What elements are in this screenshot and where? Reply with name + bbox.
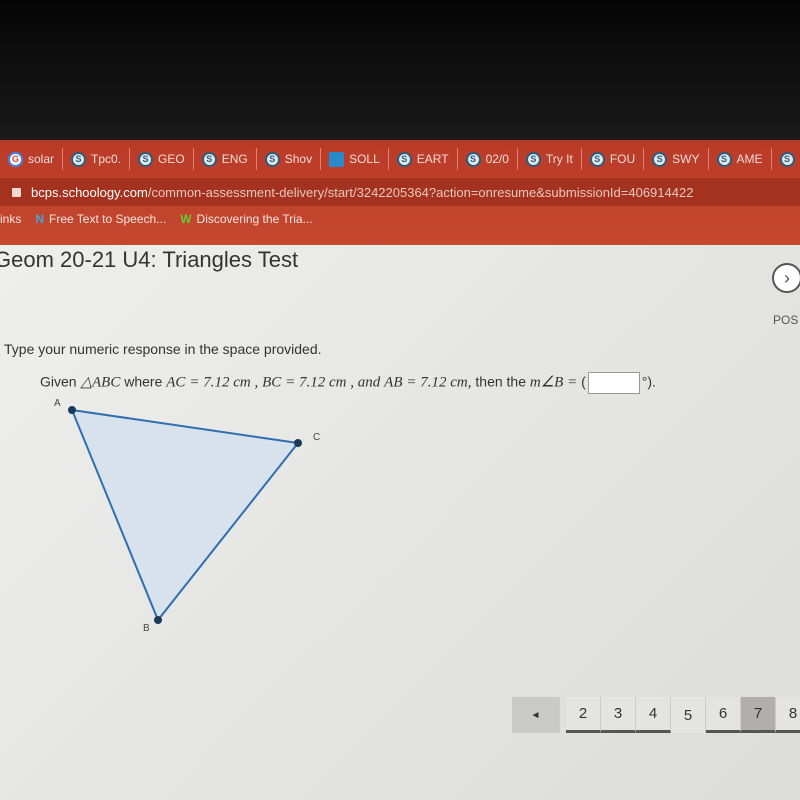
triangle-abc	[70, 408, 300, 622]
tab-label: 02/0	[485, 152, 509, 166]
browser-tab[interactable]: S 02/0	[458, 148, 518, 170]
vertex-b	[154, 616, 162, 624]
q-ab-val: = 7.12 cm,	[406, 374, 472, 391]
q-open: (	[581, 373, 586, 390]
question-text: Given △ABC where AC = 7.12 cm , BC = 7.1…	[40, 372, 656, 394]
schoology-icon: S	[716, 151, 732, 167]
tab-label: FOU	[609, 152, 636, 166]
browser-tab[interactable]: S SWY	[644, 148, 709, 170]
browser-tab[interactable]: Gsolar	[0, 148, 64, 170]
tab-label: Tpc0.	[91, 152, 122, 166]
prev-page-button[interactable]: ◄	[512, 697, 560, 733]
browser-tab[interactable]: S Tpc0.	[63, 148, 131, 170]
q-ac-val: = 7.12 cm ,	[189, 374, 259, 391]
browser-tab[interactable]: SOLL	[321, 148, 389, 170]
google-icon: G	[8, 151, 23, 167]
w-icon: W	[180, 212, 192, 226]
page-button-5[interactable]: 5	[671, 697, 706, 733]
tab-label: solar	[28, 152, 55, 166]
browser-tab[interactable]: S ENG	[194, 148, 257, 170]
next-button[interactable]: ›	[772, 263, 800, 293]
browser-tab[interactable]: SG	[772, 148, 800, 170]
q-then: then the	[475, 373, 527, 390]
bookmark-label: Discovering the Tria...	[196, 212, 313, 226]
vertex-c	[294, 439, 302, 447]
browser-tab[interactable]: S FOU	[582, 148, 645, 170]
q-triangle: △ABC	[80, 374, 121, 391]
bookmark-label: Free Text to Speech...	[49, 212, 167, 226]
schoology-icon: S	[779, 151, 795, 167]
instruction: Type your numeric response in the space …	[4, 341, 322, 357]
browser-tab[interactable]: S AME	[709, 148, 772, 170]
browser-tab[interactable]: S GEO	[130, 148, 194, 170]
page-button-7[interactable]: 7	[741, 697, 776, 733]
bookmark-discovering[interactable]: W Discovering the Tria...	[180, 212, 312, 226]
tab-bar: Gsolar S Tpc0. S GEO S ENG S Shov SOLL S EART S 02/0 S…	[0, 148, 800, 170]
tab-label: GEO	[158, 152, 185, 166]
answer-input[interactable]	[587, 372, 640, 394]
browser-tab[interactable]: S Shov	[257, 148, 322, 170]
tab-label: SWY	[672, 152, 700, 166]
assessment-page: Geom 20-21 U4: Triangles Test › POS Type…	[0, 245, 800, 800]
tab-label: AME	[736, 152, 763, 166]
vertex-a	[68, 406, 76, 414]
q-bc-val: = 7.12 cm , and	[285, 374, 381, 391]
label-b: B	[143, 623, 150, 634]
browser-tab[interactable]: S Try It	[518, 148, 582, 170]
bookmark-tts[interactable]: N Free Text to Speech...	[35, 212, 166, 226]
schoology-icon: S	[201, 151, 217, 167]
q-ab: AB	[384, 374, 403, 391]
schoology-icon: S	[264, 151, 280, 167]
page-title: Geom 20-21 U4: Triangles Test	[0, 247, 299, 272]
browser-tab[interactable]: S EART	[389, 148, 458, 170]
page-button-6[interactable]: 6	[706, 697, 741, 733]
label-a: A	[54, 398, 61, 409]
address-bar[interactable]: bcps.schoology.com/common-assessment-del…	[0, 178, 800, 206]
q-where: where	[124, 373, 163, 390]
page-button-2[interactable]: 2	[566, 697, 601, 733]
schoology-icon: S	[589, 151, 605, 167]
pagination: ◄ 2345678	[512, 697, 800, 733]
schoology-icon: S	[71, 151, 87, 167]
url-path: /common-assessment-delivery/start/324220…	[147, 184, 694, 200]
url-domain: bcps.schoology.com	[31, 184, 148, 200]
schoology-icon: S	[138, 151, 154, 167]
bookmarks-bar: inks N Free Text to Speech... W Discoverin…	[0, 212, 313, 226]
screen-bezel	[0, 0, 800, 140]
schoology-icon: S	[652, 151, 668, 167]
page-button-4[interactable]: 4	[636, 697, 671, 733]
page-button-3[interactable]: 3	[601, 697, 636, 733]
q-given: Given	[40, 373, 77, 390]
tab-label: EART	[416, 152, 449, 166]
schoology-icon: S	[525, 151, 541, 167]
app-icon	[329, 151, 345, 167]
triangle-figure: A B C	[54, 398, 320, 634]
tab-label: Shov	[284, 152, 313, 166]
page-button-8[interactable]: 8	[776, 697, 800, 733]
tab-label: SOLL	[349, 152, 380, 166]
q-bc: BC	[262, 374, 282, 391]
q-close: °).	[641, 373, 656, 390]
schoology-icon: S	[465, 151, 481, 167]
n-icon: N	[35, 212, 45, 226]
tab-label: ENG	[221, 152, 248, 166]
lock-icon	[12, 187, 21, 197]
tab-label: Try It	[545, 152, 573, 166]
q-ac: AC	[166, 374, 186, 391]
label-c: C	[313, 432, 320, 443]
q-angle: m∠B =	[529, 374, 578, 391]
browser-chrome: Gsolar S Tpc0. S GEO S ENG S Shov SOLL S EART S 02/0 S…	[0, 140, 800, 245]
pos-label: POS	[773, 313, 799, 327]
bookmark-links[interactable]: inks	[0, 212, 21, 226]
schoology-icon: S	[396, 151, 412, 167]
